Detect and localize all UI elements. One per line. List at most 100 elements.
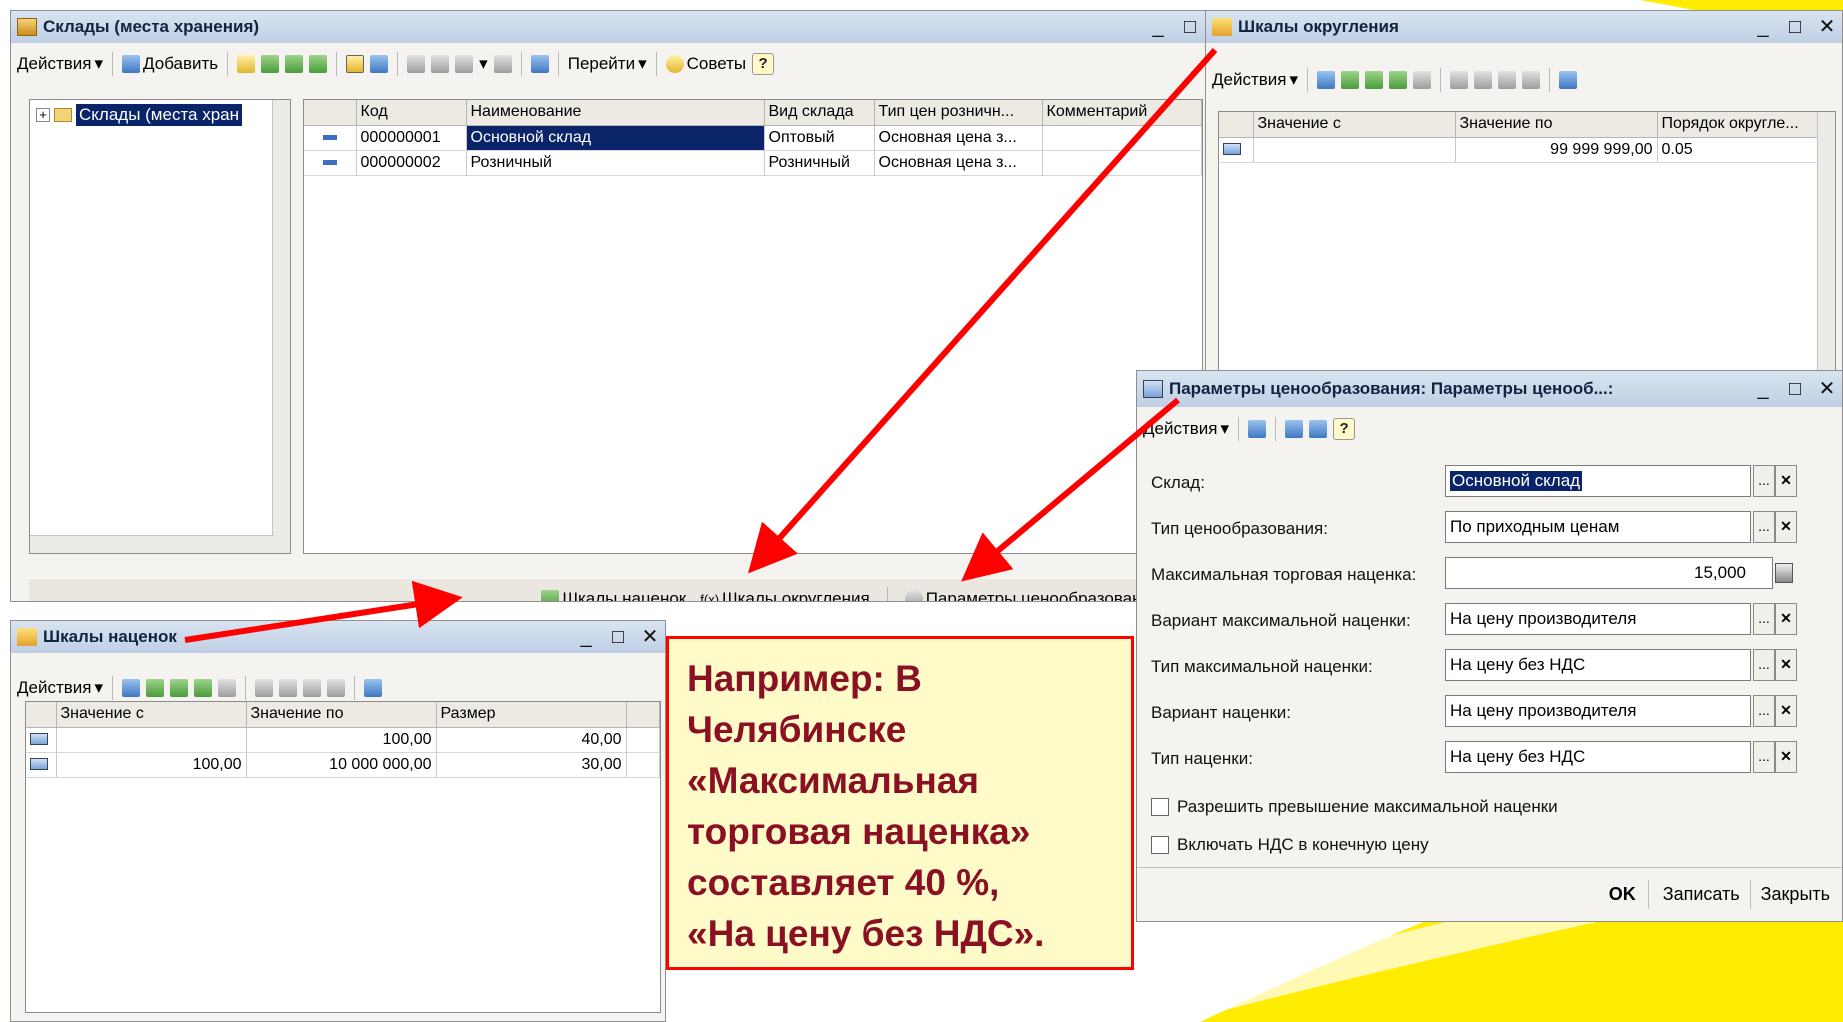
clear-filter-icon[interactable] (1522, 71, 1541, 89)
close-icon[interactable]: ✕ (1818, 379, 1836, 399)
filter-list-icon[interactable] (1498, 71, 1517, 89)
select-button[interactable]: ... (1753, 649, 1775, 681)
copy-icon[interactable] (1341, 71, 1360, 89)
level-up-icon[interactable] (370, 55, 389, 73)
include-vat-checkbox-row[interactable]: Включать НДС в конечную цену (1151, 835, 1429, 855)
column-header[interactable]: Значение с (1253, 112, 1456, 138)
filter-value-icon[interactable] (431, 55, 450, 73)
select-button[interactable]: ... (1753, 511, 1775, 543)
cell-to[interactable]: 100,00 (246, 727, 437, 753)
checkbox[interactable] (1151, 798, 1169, 816)
cell-from[interactable]: 100,00 (56, 752, 247, 778)
tree-horizontal-scrollbar[interactable] (30, 535, 274, 553)
cell-kind[interactable]: Оптовый (764, 125, 875, 151)
max-markup-field[interactable]: 15,000 (1445, 557, 1773, 589)
close-button[interactable]: Закрыть (1755, 880, 1836, 909)
add-button[interactable]: Добавить (122, 54, 218, 74)
column-header[interactable]: Наименование (466, 100, 765, 126)
refresh-icon[interactable] (530, 55, 549, 73)
add-icon[interactable] (1317, 71, 1336, 89)
delete-icon[interactable] (1389, 71, 1408, 89)
filter-icon[interactable] (407, 55, 426, 73)
column-header[interactable]: Комментарий (1042, 100, 1202, 126)
clear-filter-icon[interactable] (493, 55, 512, 73)
column-header[interactable]: Порядок округле... (1657, 112, 1835, 138)
clear-button[interactable]: ✕ (1775, 695, 1797, 727)
cell-comment[interactable] (1042, 125, 1202, 151)
actions-menu-button[interactable]: Действия ▾ (17, 678, 103, 698)
table-row[interactable]: 100,00 40,00 (26, 727, 660, 753)
expand-icon[interactable]: + (36, 108, 50, 122)
save-icon[interactable] (218, 679, 237, 697)
filter-value-icon[interactable] (279, 679, 298, 697)
filter-icon[interactable] (255, 679, 274, 697)
checkbox[interactable] (1151, 836, 1169, 854)
max-markup-type-field[interactable]: На цену без НДС (1445, 649, 1751, 681)
column-header[interactable]: Код (356, 100, 467, 126)
cell-price-type[interactable]: Основная цена з... (874, 125, 1043, 151)
table-row[interactable]: 000000001 Основной склад Оптовый Основна… (304, 125, 1202, 151)
goto-menu-button[interactable]: Перейти ▾ (568, 54, 647, 74)
select-button[interactable]: ... (1753, 695, 1775, 727)
help-icon[interactable]: ? (1333, 418, 1356, 440)
filter-list-icon[interactable] (455, 55, 474, 73)
filter-value-icon[interactable] (1474, 71, 1493, 89)
table-row[interactable]: 000000002 Розничный Розничный Основная ц… (304, 150, 1202, 176)
tree-vertical-scrollbar[interactable] (272, 100, 290, 553)
refresh-icon[interactable] (364, 679, 383, 697)
minimize-icon[interactable]: _ (1754, 17, 1772, 37)
navigate-icon[interactable] (1309, 420, 1328, 438)
select-button[interactable]: ... (1753, 603, 1775, 635)
back-arrow-icon[interactable] (1248, 420, 1267, 438)
refresh-icon[interactable] (1285, 420, 1304, 438)
maximize-icon[interactable]: □ (1181, 17, 1199, 37)
chevron-down-icon[interactable]: ▾ (479, 54, 488, 74)
tree-item-warehouses[interactable]: Склады (места хран (76, 104, 243, 126)
clear-button[interactable]: ✕ (1775, 649, 1797, 681)
pricing-params-link[interactable]: Параметры ценообразования (904, 589, 1160, 601)
cell-price-type[interactable]: Основная цена з... (874, 150, 1043, 176)
cell-order[interactable]: 0.05 (1657, 137, 1835, 163)
minimize-icon[interactable]: _ (1149, 17, 1167, 37)
tips-button[interactable]: Советы (665, 54, 746, 74)
mark-delete-icon[interactable] (309, 55, 328, 73)
filter-list-icon[interactable] (303, 679, 322, 697)
ok-button[interactable]: OK (1597, 880, 1649, 909)
edit-icon[interactable] (285, 55, 304, 73)
column-header[interactable]: Размер (436, 702, 627, 728)
maximize-icon[interactable]: □ (609, 627, 627, 647)
cell-size[interactable]: 30,00 (436, 752, 627, 778)
table-row[interactable]: 99 999 999,00 0.05 (1219, 137, 1835, 163)
column-header[interactable]: Вид склада (764, 100, 875, 126)
actions-menu-button[interactable]: Действия ▾ (17, 54, 103, 74)
warehouse-tree[interactable]: + Склады (места хран (29, 99, 291, 554)
edit-icon[interactable] (170, 679, 189, 697)
column-header[interactable]: Значение с (56, 702, 247, 728)
cell-size[interactable]: 40,00 (436, 727, 627, 753)
rounding-scales-link[interactable]: f(x) Шкалы округления (700, 589, 869, 601)
hierarchy-icon[interactable] (346, 55, 365, 73)
save-button[interactable]: Записать (1653, 880, 1751, 909)
column-header[interactable]: Значение по (246, 702, 437, 728)
cell-name[interactable]: Розничный (466, 150, 765, 176)
edit-icon[interactable] (1365, 71, 1384, 89)
save-icon[interactable] (1413, 71, 1432, 89)
copy-icon[interactable] (146, 679, 165, 697)
clear-button[interactable]: ✕ (1775, 465, 1797, 497)
maximize-icon[interactable]: □ (1786, 17, 1804, 37)
markup-variant-field[interactable]: На цену производителя (1445, 695, 1751, 727)
clear-button[interactable]: ✕ (1775, 741, 1797, 773)
allow-exceed-checkbox-row[interactable]: Разрешить превышение максимальной наценк… (1151, 797, 1558, 817)
cell-name[interactable]: Основной склад (466, 125, 765, 151)
cell-from[interactable] (56, 727, 247, 753)
help-icon[interactable]: ? (752, 53, 775, 75)
column-header[interactable]: Значение по (1455, 112, 1658, 138)
minimize-icon[interactable]: _ (577, 627, 595, 647)
clear-filter-icon[interactable] (327, 679, 346, 697)
calculator-icon[interactable] (1775, 563, 1793, 583)
select-button[interactable]: ... (1753, 465, 1775, 497)
actions-menu-button[interactable]: Действия ▾ (1143, 419, 1229, 439)
add-folder-icon[interactable] (237, 55, 256, 73)
warehouse-field[interactable]: Основной склад (1445, 465, 1751, 497)
clear-button[interactable]: ✕ (1775, 603, 1797, 635)
